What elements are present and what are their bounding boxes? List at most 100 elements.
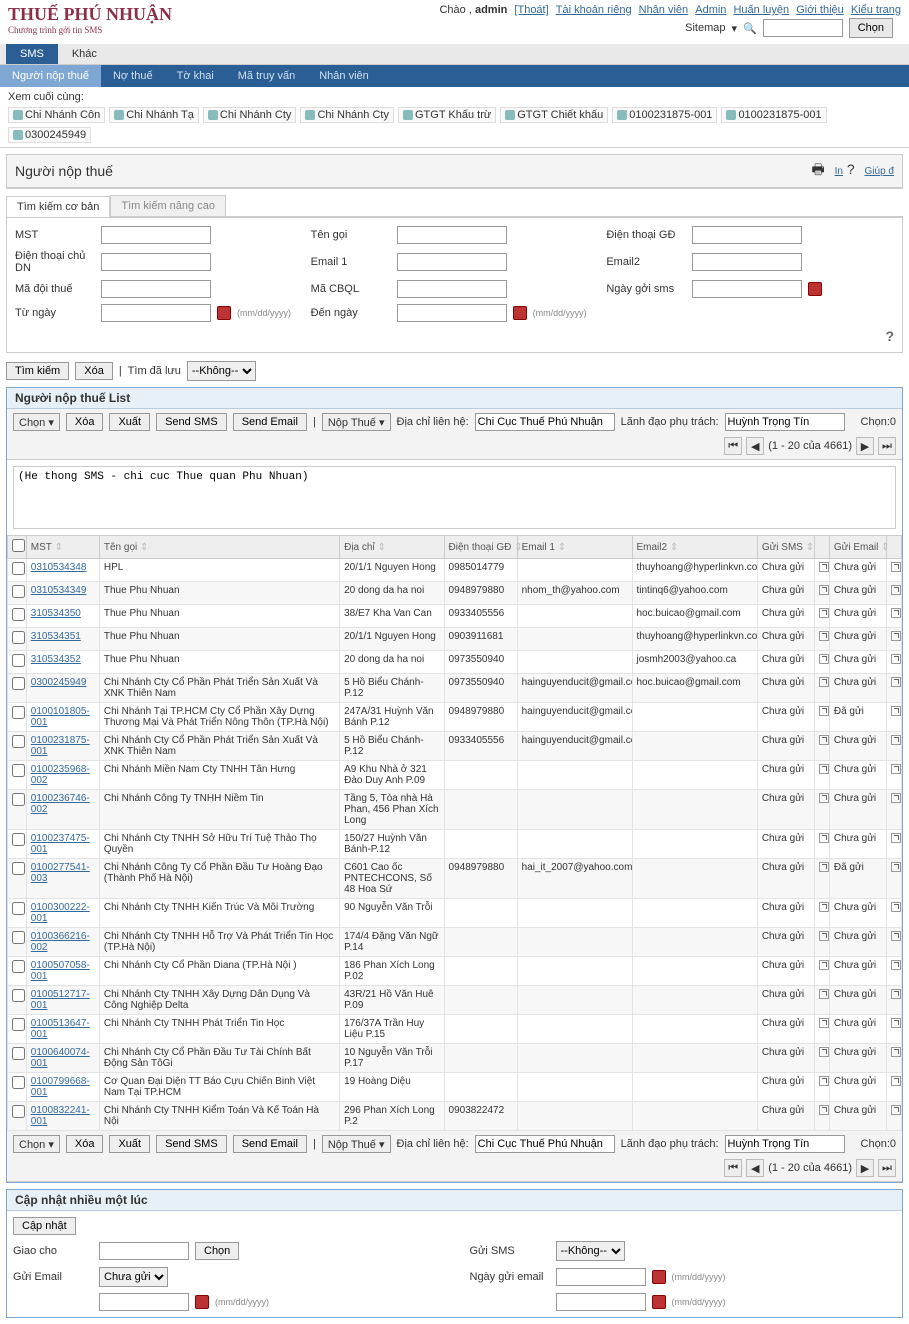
open-icon[interactable] — [819, 989, 829, 999]
row-checkbox[interactable] — [12, 833, 25, 846]
row-checkbox[interactable] — [12, 608, 25, 621]
pager-first[interactable]: ⏮ — [724, 1159, 742, 1177]
nopthue-menu[interactable]: Nộp Thuế ▾ — [322, 413, 391, 431]
mst-link[interactable]: 0100512717-001 — [31, 989, 90, 1011]
delete-button[interactable]: Xóa — [66, 1135, 104, 1153]
print-icon[interactable]: 🖶 — [812, 161, 825, 177]
open-icon[interactable] — [891, 677, 901, 687]
open-icon[interactable] — [891, 931, 901, 941]
macbql-input[interactable] — [397, 280, 507, 298]
main-tab-0[interactable]: SMS — [6, 44, 58, 64]
col-3[interactable]: Điện thoại GĐ ⇕ — [444, 536, 517, 559]
col-6[interactable]: Gửi SMS ⇕ — [757, 536, 814, 559]
recent-item[interactable]: Chi Nhánh Cty — [203, 107, 297, 123]
tungay-input[interactable] — [101, 304, 211, 322]
assign-choose-button[interactable]: Chọn — [195, 1242, 239, 1260]
select-menu[interactable]: Chọn ▾ — [13, 413, 60, 431]
mst-link[interactable]: 0100507058-001 — [31, 960, 90, 982]
contact-address-input[interactable] — [475, 1135, 615, 1153]
update-button[interactable]: Cập nhật — [13, 1217, 76, 1235]
recent-item[interactable]: Chi Nhánh Côn — [8, 107, 105, 123]
open-icon[interactable] — [891, 562, 901, 572]
recent-item[interactable]: 0300245949 — [8, 127, 91, 143]
open-icon[interactable] — [819, 902, 829, 912]
top-link[interactable]: Huấn luyện — [733, 4, 789, 16]
pager-first[interactable]: ⏮ — [724, 437, 742, 455]
open-icon[interactable] — [891, 735, 901, 745]
calendar-icon[interactable] — [195, 1295, 209, 1309]
nopthue-menu[interactable]: Nộp Thuế ▾ — [322, 1135, 391, 1153]
open-icon[interactable] — [891, 862, 901, 872]
row-checkbox[interactable] — [12, 631, 25, 644]
mst-link[interactable]: 0100236746-002 — [31, 793, 90, 815]
row-checkbox[interactable] — [12, 960, 25, 973]
calendar-icon[interactable] — [652, 1270, 666, 1284]
open-icon[interactable] — [891, 631, 901, 641]
open-icon[interactable] — [891, 706, 901, 716]
mst-input[interactable] — [101, 226, 211, 244]
sub-tab-4[interactable]: Nhân viên — [307, 65, 381, 87]
assign-input[interactable] — [99, 1242, 189, 1260]
dtcdn-input[interactable] — [101, 253, 211, 271]
leader-input[interactable] — [725, 413, 845, 431]
send-email-button[interactable]: Send Email — [233, 413, 307, 431]
open-icon[interactable] — [891, 902, 901, 912]
open-icon[interactable] — [819, 654, 829, 664]
open-icon[interactable] — [819, 1105, 829, 1115]
open-icon[interactable] — [819, 960, 829, 970]
dtgd-input[interactable] — [692, 226, 802, 244]
delete-button[interactable]: Xóa — [66, 413, 104, 431]
calendar-icon[interactable] — [513, 306, 527, 320]
sub-tab-3[interactable]: Mã truy vấn — [226, 65, 307, 87]
open-icon[interactable] — [819, 1018, 829, 1028]
row-checkbox[interactable] — [12, 931, 25, 944]
mst-link[interactable]: 0100640074-001 — [31, 1047, 90, 1069]
open-icon[interactable] — [891, 989, 901, 999]
sitemap-label[interactable]: Sitemap — [685, 22, 725, 34]
open-icon[interactable] — [819, 631, 829, 641]
denngay-input[interactable] — [397, 304, 507, 322]
mst-link[interactable]: 0100832241-001 — [31, 1105, 90, 1127]
sub-tab-0[interactable]: Người nộp thuế — [0, 65, 101, 87]
tengoi-input[interactable] — [397, 226, 507, 244]
open-icon[interactable] — [891, 608, 901, 618]
mst-link[interactable]: 0100366216-002 — [31, 931, 90, 953]
mst-link[interactable]: 310534352 — [31, 654, 81, 665]
open-icon[interactable] — [819, 931, 829, 941]
calendar-icon[interactable] — [652, 1295, 666, 1309]
open-icon[interactable] — [891, 764, 901, 774]
help-link[interactable]: Giúp đ — [865, 166, 894, 177]
col-1[interactable]: Tên gọi ⇕ — [99, 536, 339, 559]
col-4[interactable]: Email 1 ⇕ — [517, 536, 632, 559]
saved-search-select[interactable]: --Không-- — [187, 361, 256, 381]
row-checkbox[interactable] — [12, 562, 25, 575]
madoithue-input[interactable] — [101, 280, 211, 298]
mst-link[interactable]: 0100277541-003 — [31, 862, 90, 884]
recent-item[interactable]: Chi Nhánh Cty — [300, 107, 394, 123]
mst-link[interactable]: 0310534348 — [31, 562, 87, 573]
row-checkbox[interactable] — [12, 735, 25, 748]
row-checkbox[interactable] — [12, 1076, 25, 1089]
main-tab-1[interactable]: Khác — [58, 44, 111, 64]
pager-prev[interactable]: ◀ — [746, 1159, 764, 1177]
sub-tab-2[interactable]: Tờ khai — [165, 65, 226, 87]
top-link[interactable]: Kiểu trang — [851, 4, 901, 16]
search-button[interactable]: Tìm kiếm — [6, 362, 69, 380]
open-icon[interactable] — [819, 833, 829, 843]
open-icon[interactable] — [891, 654, 901, 664]
col-7[interactable]: Gửi Email ⇕ — [829, 536, 886, 559]
open-icon[interactable] — [819, 706, 829, 716]
email2-input[interactable] — [692, 253, 802, 271]
leader-input[interactable] — [725, 1135, 845, 1153]
row-checkbox[interactable] — [12, 862, 25, 875]
open-icon[interactable] — [819, 677, 829, 687]
mst-link[interactable]: 0100231875-001 — [31, 735, 90, 757]
select-menu[interactable]: Chọn ▾ — [13, 1135, 60, 1153]
open-icon[interactable] — [891, 1047, 901, 1057]
calendar-icon[interactable] — [217, 306, 231, 320]
mst-link[interactable]: 0100300222-001 — [31, 902, 90, 924]
print-link[interactable]: In — [835, 166, 843, 177]
mst-link[interactable]: 310534351 — [31, 631, 81, 642]
mst-link[interactable]: 0100235968-002 — [31, 764, 90, 786]
send-sms-button[interactable]: Send SMS — [156, 1135, 227, 1153]
